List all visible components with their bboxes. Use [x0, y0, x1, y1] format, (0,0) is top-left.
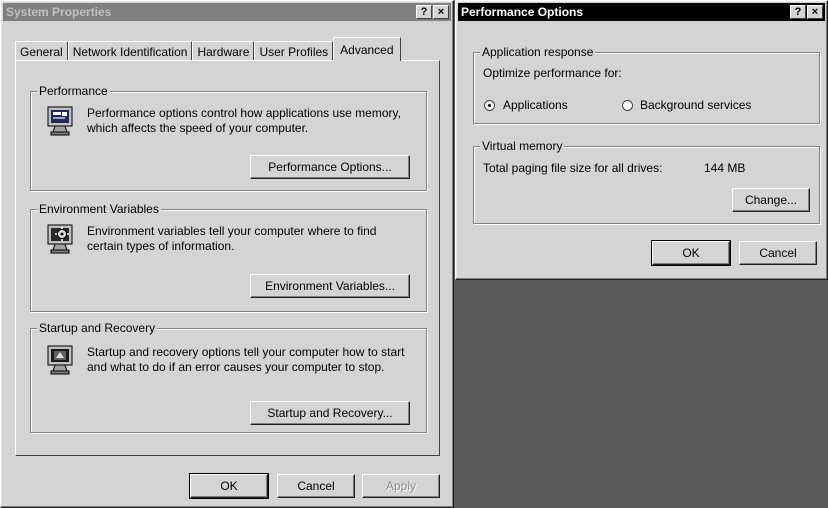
optimize-label: Optimize performance for: — [483, 66, 622, 80]
startup-recovery-group: Startup and Recovery Startup and recover… — [30, 321, 427, 433]
total-paging-label: Total paging file size for all drives: — [483, 161, 663, 175]
performance-description: Performance options control how applicat… — [87, 106, 401, 135]
environment-description: Environment variables tell your computer… — [87, 224, 377, 253]
application-response-label: Application response — [480, 45, 596, 59]
performance-options-button[interactable]: Performance Options... — [250, 155, 410, 179]
ok-button[interactable]: OK — [189, 473, 269, 499]
advanced-tab-panel: Performance Performance options control … — [15, 60, 440, 456]
close-button[interactable]: × — [433, 5, 449, 19]
environment-variables-group: Environment Variables Environment variab… — [30, 202, 427, 312]
application-response-group: Application response Optimize performanc… — [473, 45, 820, 124]
help-button[interactable]: ? — [416, 5, 432, 19]
tab-user-profiles[interactable]: User Profiles — [254, 41, 334, 61]
startup-description: Startup and recovery options tell your c… — [87, 345, 405, 374]
applications-radio[interactable] — [484, 100, 495, 111]
background-services-radio[interactable] — [622, 100, 633, 111]
background-services-label[interactable]: Background services — [640, 98, 751, 112]
environment-monitor-icon — [47, 224, 73, 254]
virtual-memory-group: Virtual memory Total paging file size fo… — [473, 139, 820, 224]
startup-monitor-icon — [47, 345, 73, 375]
dialog-title: Performance Options — [461, 5, 584, 19]
performance-group: Performance Performance options control … — [30, 84, 427, 191]
tab-network-identification[interactable]: Network Identification — [67, 41, 193, 61]
apply-button[interactable]: Apply — [362, 474, 440, 498]
system-properties-window: System Properties ? × General Network Id… — [0, 0, 454, 508]
close-button[interactable]: × — [807, 5, 823, 19]
help-button[interactable]: ? — [790, 5, 806, 19]
tab-strip: General Network Identification Hardware … — [15, 37, 401, 61]
tab-advanced[interactable]: Advanced — [333, 37, 401, 61]
change-button[interactable]: Change... — [732, 188, 810, 212]
startup-group-label: Startup and Recovery — [37, 321, 158, 335]
ok-button[interactable]: OK — [651, 240, 731, 266]
cancel-button[interactable]: Cancel — [739, 241, 817, 265]
environment-group-label: Environment Variables — [37, 202, 161, 216]
cancel-button[interactable]: Cancel — [277, 474, 355, 498]
window-title: System Properties — [6, 5, 112, 19]
virtual-memory-label: Virtual memory — [480, 139, 565, 153]
startup-recovery-button[interactable]: Startup and Recovery... — [250, 401, 410, 425]
total-paging-value: 144 MB — [704, 161, 746, 175]
performance-options-window: Performance Options ? × Application resp… — [455, 0, 828, 280]
performance-options-titlebar[interactable]: Performance Options ? × — [458, 3, 825, 21]
environment-variables-button[interactable]: Environment Variables... — [250, 274, 410, 298]
performance-monitor-icon — [47, 106, 73, 136]
tab-general[interactable]: General — [15, 41, 68, 61]
applications-radio-label[interactable]: Applications — [503, 98, 568, 112]
performance-group-label: Performance — [37, 84, 110, 98]
tab-hardware[interactable]: Hardware — [192, 41, 255, 61]
system-properties-titlebar[interactable]: System Properties ? × — [3, 3, 451, 21]
